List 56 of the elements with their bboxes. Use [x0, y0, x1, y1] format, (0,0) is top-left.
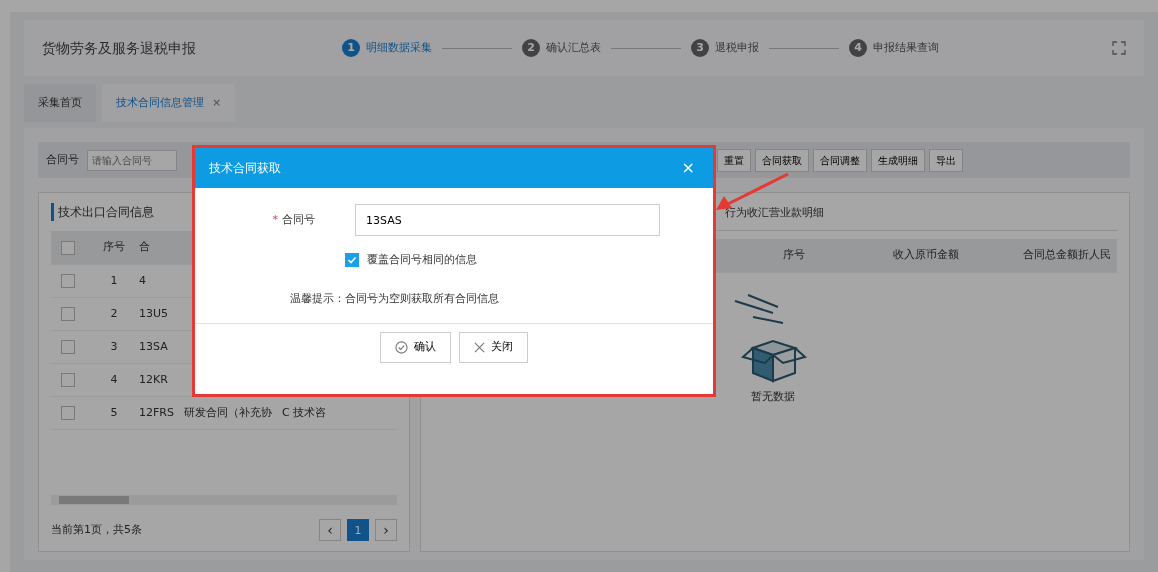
row-checkbox[interactable] [61, 274, 75, 288]
close-icon [474, 341, 485, 353]
table-cell-text: 3 [109, 338, 119, 355]
table-cell-text: C 技术咨 [281, 404, 327, 421]
check-icon [347, 255, 357, 266]
table-cell-text: 4 [109, 371, 119, 388]
step-label[interactable]: 退税申报 [715, 39, 759, 57]
next-page-button[interactable]: › [375, 519, 397, 541]
prev-page-button[interactable]: ‹ [319, 519, 341, 541]
table-cell-text: 4 [139, 272, 146, 289]
contract-number-field[interactable]: 13SAS [355, 204, 660, 236]
select-all-checkbox[interactable] [61, 240, 75, 255]
step-number: 1 [342, 39, 360, 57]
step-number: 3 [691, 39, 709, 57]
checkbox-label: 覆盖合同号相同的信息 [367, 252, 477, 268]
table-cell-text: 13SA [139, 338, 168, 355]
column-header: 收入原币金额 [893, 246, 960, 263]
toolbar-button[interactable]: 合同获取 [755, 148, 809, 172]
fullscreen-icon[interactable] [1112, 41, 1126, 55]
app-title: 货物劳务及服务退税申报 [42, 38, 197, 58]
column-header: 序号 [783, 246, 806, 263]
close-icon[interactable]: × [212, 94, 222, 112]
column-header: 合 [139, 239, 150, 256]
table-cell-text: 2 [109, 305, 119, 322]
dialog-title: 技术合同获取 [209, 160, 281, 177]
row-checkbox[interactable] [61, 307, 75, 321]
table-cell-text: 12KR [139, 371, 168, 388]
search-field[interactable]: 请输入合同号 [87, 149, 177, 171]
toolbar-button[interactable]: 导出 [929, 148, 963, 172]
column-header: 序号 [102, 239, 126, 256]
hint-text: 温馨提示：合同号为空则获取所有合同信息 [290, 290, 500, 307]
check-circle-icon [395, 340, 408, 354]
toolbar-button[interactable]: 生成明细 [871, 148, 925, 172]
toolbar-button[interactable]: 重置 [717, 148, 751, 172]
panel-tab[interactable]: 行为收汇营业款明细 [725, 206, 824, 219]
toolbar-button[interactable]: 合同调整 [813, 148, 867, 172]
step-label[interactable]: 申报结果查询 [873, 39, 939, 57]
empty-text: 暂无数据 [751, 388, 795, 405]
dialog-button[interactable]: 关闭 [459, 332, 528, 363]
search-label: 合同号 [46, 151, 79, 168]
row-checkbox[interactable] [61, 406, 75, 420]
table-cell-text: 13U5 [139, 305, 169, 322]
step-label[interactable]: 确认汇总表 [546, 39, 601, 57]
column-header: 合同总金额折人民 [1023, 246, 1111, 263]
dialog-button[interactable]: 确认 [380, 332, 451, 363]
row-checkbox[interactable] [61, 373, 75, 387]
table-cell-text: 12FRS [139, 404, 174, 421]
table-cell-text: 研发合同（补充协 [183, 404, 272, 421]
table-cell-text: 5 [109, 404, 119, 421]
table-cell-text: 1 [109, 272, 119, 289]
horizontal-scrollbar[interactable] [51, 495, 397, 505]
overwrite-checkbox[interactable] [345, 253, 359, 268]
row-checkbox[interactable] [61, 340, 75, 354]
step-number: 4 [849, 39, 867, 57]
step-number: 2 [522, 39, 540, 57]
page-info: 当前第1页，共5条 [51, 521, 142, 538]
